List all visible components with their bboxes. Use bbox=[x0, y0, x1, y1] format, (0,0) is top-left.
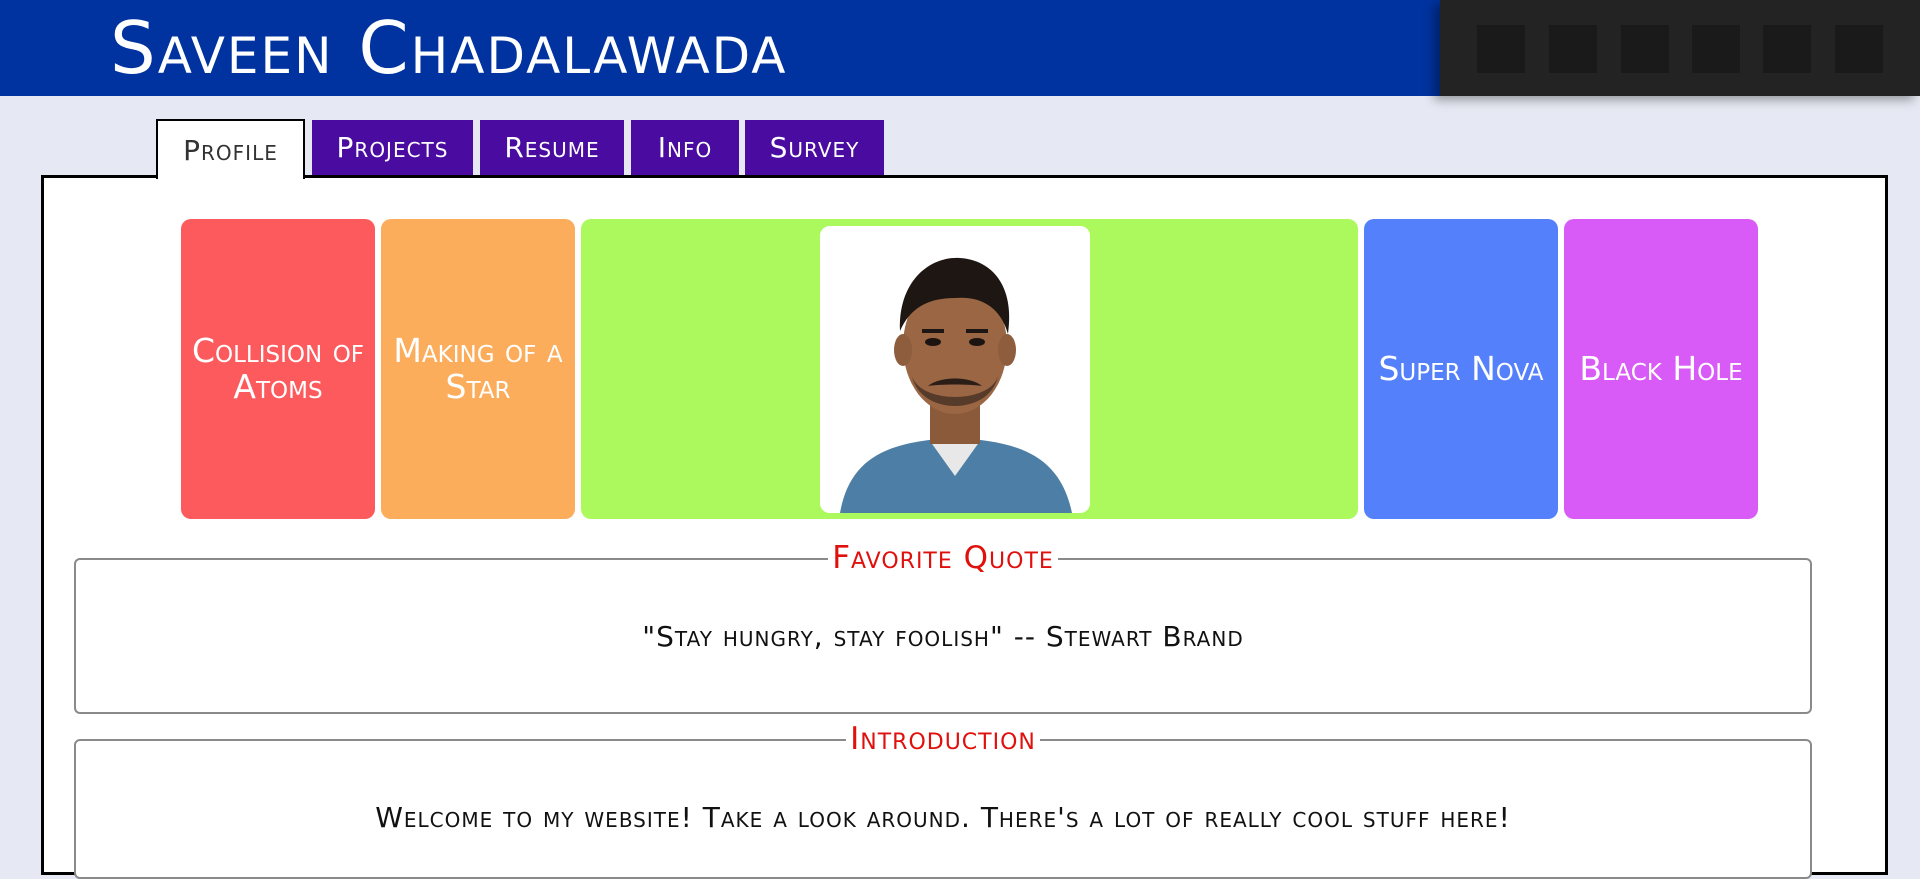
quote-legend: Favorite Quote bbox=[828, 540, 1058, 576]
quote-text: "Stay hungry, stay foolish" -- Stewart B… bbox=[642, 620, 1244, 653]
card-super-nova[interactable]: Super Nova bbox=[1364, 219, 1558, 519]
card-label: Making of a Star bbox=[393, 331, 563, 406]
card-black-hole[interactable]: Black Hole bbox=[1564, 219, 1758, 519]
tray-button-4[interactable] bbox=[1692, 25, 1740, 73]
card-collision-of-atoms[interactable]: Collision of Atoms bbox=[181, 219, 375, 519]
tray-button-1[interactable] bbox=[1477, 25, 1525, 73]
intro-text: Welcome to my website! Take a look aroun… bbox=[375, 801, 1511, 834]
tray-button-6[interactable] bbox=[1835, 25, 1883, 73]
tab-survey[interactable]: Survey bbox=[745, 120, 884, 175]
tray-button-2[interactable] bbox=[1549, 25, 1597, 73]
tray-button-3[interactable] bbox=[1621, 25, 1669, 73]
tab-profile[interactable]: Profile bbox=[156, 119, 305, 179]
card-label: Super Nova bbox=[1378, 349, 1544, 388]
portrait-image bbox=[820, 226, 1090, 513]
tab-resume[interactable]: Resume bbox=[480, 120, 624, 175]
tab-info[interactable]: Info bbox=[631, 120, 739, 175]
tab-projects[interactable]: Projects bbox=[312, 120, 473, 175]
card-label: Collision of Atoms bbox=[191, 331, 365, 406]
quote-box: Favorite Quote "Stay hungry, stay foolis… bbox=[74, 540, 1812, 714]
window-tray bbox=[1440, 0, 1920, 96]
card-label: Black Hole bbox=[1579, 349, 1743, 388]
intro-legend: Introduction bbox=[846, 721, 1040, 757]
tray-button-5[interactable] bbox=[1763, 25, 1811, 73]
intro-box: Introduction Welcome to my website! Take… bbox=[74, 721, 1812, 879]
card-making-of-a-star[interactable]: Making of a Star bbox=[381, 219, 575, 519]
profile-photo bbox=[820, 226, 1090, 513]
site-title: Saveen Chadalawada bbox=[110, 6, 788, 90]
